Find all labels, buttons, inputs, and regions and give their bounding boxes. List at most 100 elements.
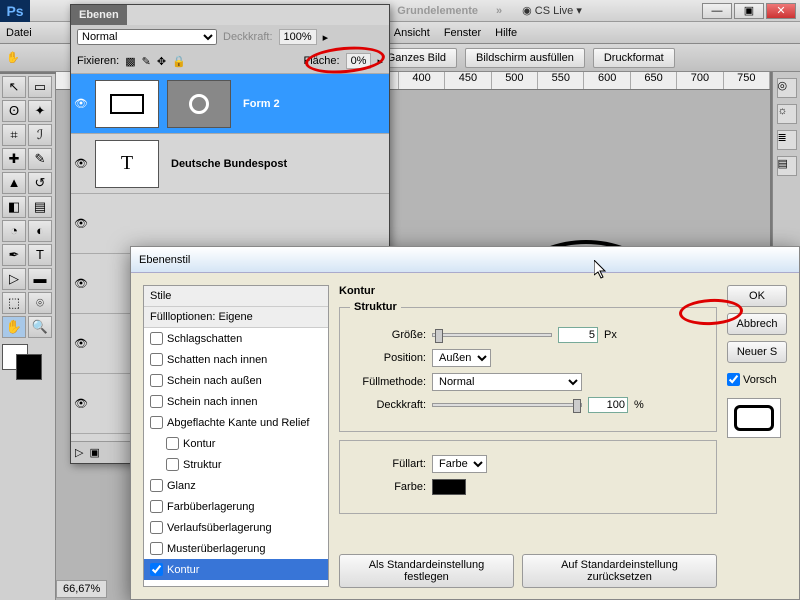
paths-icon[interactable]: ▤ <box>777 156 797 176</box>
blendmode-select[interactable]: Normal <box>432 373 582 391</box>
effect-satin[interactable]: Glanz <box>144 475 328 496</box>
effect-stroke[interactable]: Kontur <box>144 559 328 580</box>
close-button[interactable]: ✕ <box>766 3 796 19</box>
fill-screen-button[interactable]: Bildschirm ausfüllen <box>465 48 585 68</box>
lock-all-icon[interactable]: 🔒 <box>172 55 186 68</box>
styles-header[interactable]: Stile <box>144 286 328 307</box>
wand-tool[interactable]: ✦ <box>28 100 52 122</box>
stamp-tool[interactable]: ▲ <box>2 172 26 194</box>
minimize-button[interactable]: — <box>702 3 732 19</box>
maximize-button[interactable]: ▣ <box>734 3 764 19</box>
visibility-icon[interactable]: 👁 <box>71 277 91 290</box>
move-tool[interactable]: ↖ <box>2 76 26 98</box>
tab-grundelemente[interactable]: Grundelemente <box>397 5 478 17</box>
menu-ansicht[interactable]: Ansicht <box>394 27 430 39</box>
dodge-tool[interactable]: ◐ <box>28 220 52 242</box>
opacity-value[interactable]: 100% <box>279 29 317 45</box>
layers-icon[interactable]: ≣ <box>777 130 797 150</box>
fill-flyout-icon[interactable]: ▸ <box>377 55 383 68</box>
ok-button[interactable]: OK <box>727 285 787 307</box>
blend-mode-select[interactable]: Normal <box>77 29 217 45</box>
menu-datei[interactable]: Datei <box>6 27 32 39</box>
size-slider[interactable] <box>432 333 552 337</box>
more-chevron-icon[interactable]: » <box>496 5 502 17</box>
visibility-icon[interactable]: 👁 <box>71 397 91 410</box>
color-swatches[interactable] <box>2 344 50 380</box>
blending-options[interactable]: Füllloptionen: Eigene <box>144 307 328 328</box>
layer-mask-thumb[interactable] <box>167 80 231 128</box>
opacity-input[interactable] <box>588 397 628 413</box>
effect-bevel[interactable]: Abgeflachte Kante und Relief <box>144 412 328 433</box>
opacity-slider[interactable] <box>432 403 582 407</box>
color-swatch[interactable] <box>432 479 466 495</box>
camera-tool[interactable]: ⌾ <box>28 292 52 314</box>
reset-default-button[interactable]: Auf Standardeinstellung zurücksetzen <box>522 554 717 588</box>
lock-position-icon[interactable]: ✥ <box>157 55 166 68</box>
zoom-readout[interactable]: 66,67% <box>56 580 107 598</box>
toolbox: ↖ ▭ ʘ ✦ ⌗ ℐ ✚ ✎ ▲ ↺ ◧ ▤ ◔ ◐ ✒ T ▷ ▬ ⬚ ⌾ … <box>0 74 56 600</box>
fill-label: Fläche: <box>303 55 339 67</box>
eraser-tool[interactable]: ◧ <box>2 196 26 218</box>
heal-tool[interactable]: ✚ <box>2 148 26 170</box>
lock-pixels-icon[interactable]: ✎ <box>142 55 151 68</box>
gradient-tool[interactable]: ▤ <box>28 196 52 218</box>
marquee-tool[interactable]: ▭ <box>28 76 52 98</box>
zoom-tool[interactable]: 🔍 <box>28 316 52 338</box>
opacity-flyout-icon[interactable]: ▸ <box>323 31 329 44</box>
cslive-menu[interactable]: ◉ CS Live ▾ <box>522 4 582 17</box>
preview-checkbox[interactable]: Vorsch <box>727 373 787 386</box>
eyedropper-tool[interactable]: ℐ <box>28 124 52 146</box>
filltype-select[interactable]: Farbe <box>432 455 487 473</box>
layer-name[interactable]: Deutsche Bundespost <box>163 158 389 170</box>
3d-tool[interactable]: ⬚ <box>2 292 26 314</box>
dialog-titlebar[interactable]: Ebenenstil <box>131 247 799 273</box>
hand-tool[interactable]: ✋ <box>2 316 26 338</box>
fill-value[interactable]: 0% <box>346 53 372 69</box>
hand-tool-icon[interactable]: ✋ <box>6 51 20 64</box>
crop-tool[interactable]: ⌗ <box>2 124 26 146</box>
shape-tool[interactable]: ▬ <box>28 268 52 290</box>
history-brush-tool[interactable]: ↺ <box>28 172 52 194</box>
visibility-icon[interactable]: 👁 <box>71 97 91 110</box>
swatch-icon[interactable]: ◎ <box>777 78 797 98</box>
effect-outer-glow[interactable]: Schein nach außen <box>144 370 328 391</box>
menu-hilfe[interactable]: Hilfe <box>495 27 517 39</box>
effect-color-overlay[interactable]: Farbüberlagerung <box>144 496 328 517</box>
path-select-tool[interactable]: ▷ <box>2 268 26 290</box>
layer-row[interactable]: 👁 Form 2 <box>71 74 389 134</box>
position-select[interactable]: Außen <box>432 349 491 367</box>
dialog-title: Ebenenstil <box>139 254 190 266</box>
lock-transparency-icon[interactable]: ▩ <box>125 55 135 68</box>
pen-tool[interactable]: ✒ <box>2 244 26 266</box>
chevron-right-icon[interactable]: ▷ <box>75 446 83 459</box>
adjust-icon[interactable]: ☼ <box>777 104 797 124</box>
type-tool[interactable]: T <box>28 244 52 266</box>
size-input[interactable] <box>558 327 598 343</box>
effect-gradient-overlay[interactable]: Verlaufsüberlagerung <box>144 517 328 538</box>
set-default-button[interactable]: Als Standardeinstellung festlegen <box>339 554 514 588</box>
effect-drop-shadow[interactable]: Schlagschatten <box>144 328 328 349</box>
visibility-icon[interactable]: 👁 <box>71 157 91 170</box>
effect-bevel-texture[interactable]: Struktur <box>144 454 328 475</box>
layer-row[interactable]: 👁 <box>71 194 389 254</box>
menu-fenster[interactable]: Fenster <box>444 27 481 39</box>
struktur-legend: Struktur <box>350 301 401 313</box>
blur-tool[interactable]: ◔ <box>2 220 26 242</box>
folder-icon[interactable]: ▣ <box>89 446 99 459</box>
lasso-tool[interactable]: ʘ <box>2 100 26 122</box>
effect-inner-shadow[interactable]: Schatten nach innen <box>144 349 328 370</box>
effect-bevel-contour[interactable]: Kontur <box>144 433 328 454</box>
layer-thumb[interactable]: T <box>95 140 159 188</box>
effect-inner-glow[interactable]: Schein nach innen <box>144 391 328 412</box>
cancel-button[interactable]: Abbrech <box>727 313 787 335</box>
brush-tool[interactable]: ✎ <box>28 148 52 170</box>
effect-pattern-overlay[interactable]: Musterüberlagerung <box>144 538 328 559</box>
visibility-icon[interactable]: 👁 <box>71 337 91 350</box>
print-size-button[interactable]: Druckformat <box>593 48 675 68</box>
visibility-icon[interactable]: 👁 <box>71 217 91 230</box>
layer-row[interactable]: 👁 T Deutsche Bundespost <box>71 134 389 194</box>
layers-panel-tab[interactable]: Ebenen <box>71 5 127 25</box>
layer-thumb[interactable] <box>95 80 159 128</box>
layer-name[interactable]: Form 2 <box>235 98 389 110</box>
new-style-button[interactable]: Neuer S <box>727 341 787 363</box>
